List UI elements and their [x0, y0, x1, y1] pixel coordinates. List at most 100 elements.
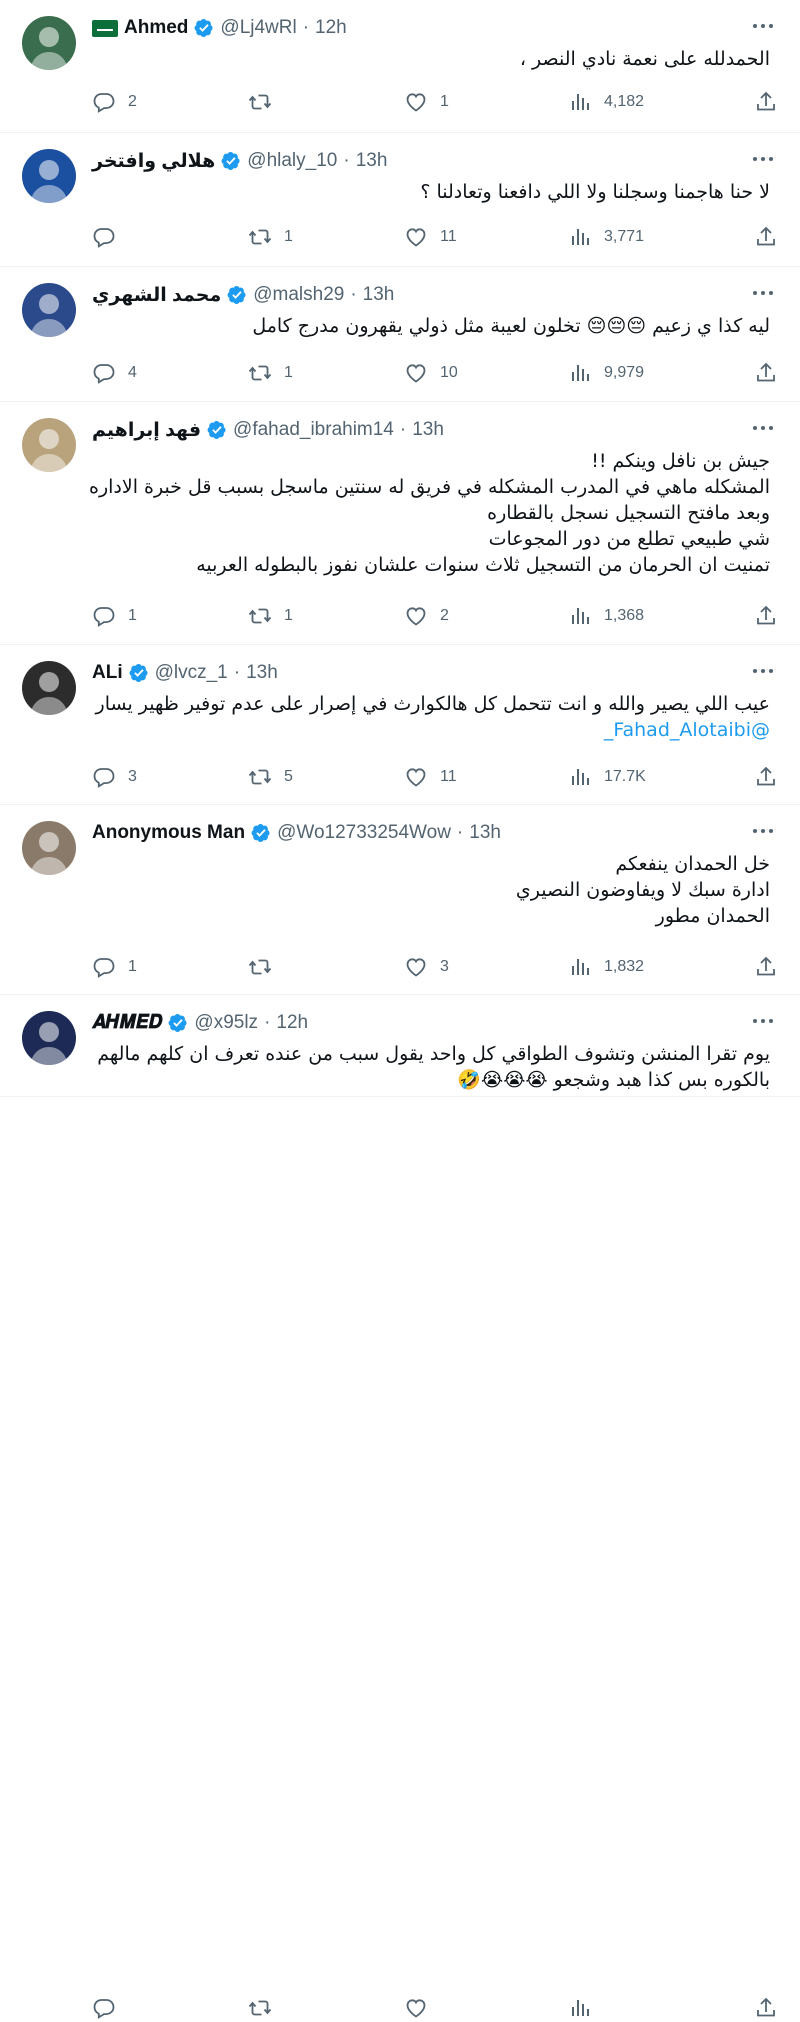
tweet-text-line: شي طبيعي تطلع من دور المجوعات — [488, 528, 770, 550]
retweet-button[interactable]: 1 — [248, 225, 293, 249]
avatar[interactable] — [22, 149, 76, 203]
share-button[interactable] — [754, 361, 778, 385]
more-icon[interactable] — [750, 16, 776, 36]
display-name[interactable]: 𝑨𝑯𝑴𝑬𝑫 — [92, 1012, 162, 1034]
user-handle[interactable]: @lvcz_1 — [155, 662, 228, 684]
views-button[interactable]: 4,182 — [568, 90, 644, 114]
verified-badge-icon — [207, 420, 227, 440]
heart-icon — [404, 955, 428, 979]
views-button[interactable] — [568, 1996, 604, 2020]
tweet-header: Anonymous Man @Wo12733254Wow · 13h — [92, 819, 740, 847]
tweet-header: Ahmed @Lj4wRl · 12h — [92, 14, 740, 42]
tweet-body: خل الحمدان ينفعكم ادارة سبك لا ويفاوضون ا… — [92, 851, 770, 929]
more-icon[interactable] — [750, 149, 776, 169]
more-icon[interactable] — [750, 283, 776, 303]
timestamp[interactable]: 12h — [276, 1012, 308, 1034]
more-icon[interactable] — [750, 1011, 776, 1031]
tweet[interactable]: Ahmed @Lj4wRl · 12h الحمدلله على نعمة نادي ا… — [0, 0, 800, 133]
verified-badge-icon — [251, 823, 271, 843]
retweet-button[interactable]: 1 — [248, 361, 293, 385]
view-count: 1,832 — [604, 958, 645, 975]
reply-button[interactable] — [92, 1996, 128, 2020]
share-button[interactable] — [754, 225, 778, 249]
like-button[interactable]: 2 — [404, 604, 449, 628]
avatar-person-icon — [30, 27, 68, 70]
timestamp[interactable]: 13h — [469, 822, 501, 844]
heart-icon — [404, 1996, 428, 2020]
tweet[interactable]: فهد إبراهيم @fahad_ibrahim14 · 13h جيش بن نا… — [0, 402, 800, 645]
display-name[interactable]: فهد إبراهيم — [92, 419, 201, 442]
share-button[interactable] — [754, 604, 778, 628]
timestamp[interactable]: 13h — [356, 150, 388, 172]
avatar[interactable] — [22, 821, 76, 875]
timestamp[interactable]: 13h — [363, 284, 395, 306]
like-button[interactable]: 3 — [404, 955, 449, 979]
user-handle[interactable]: @fahad_ibrahim14 — [233, 419, 394, 441]
tweet[interactable]: 𝑨𝑯𝑴𝑬𝑫 @x95lz · 12h يوم تقرا المنشن وتشوف الط… — [0, 995, 800, 1097]
share-button[interactable] — [754, 90, 778, 114]
timestamp[interactable]: 12h — [315, 17, 347, 39]
share-button[interactable] — [754, 765, 778, 789]
reply-button[interactable] — [92, 225, 128, 249]
tweet-text-line: الحمدلله على نعمة نادي النصر ، — [519, 48, 770, 70]
reply-button[interactable]: 1 — [92, 955, 137, 979]
like-button[interactable]: 11 — [404, 765, 457, 789]
display-name[interactable]: محمد الشهري — [92, 284, 221, 307]
retweet-button[interactable] — [248, 955, 284, 979]
avatar[interactable] — [22, 661, 76, 715]
display-name[interactable]: ALi — [92, 662, 123, 684]
views-button[interactable]: 1,832 — [568, 955, 644, 979]
tweet[interactable]: محمد الشهري @malsh29 · 13h ليه كذا ي زعيم 😔😔… — [0, 267, 800, 402]
avatar[interactable] — [22, 418, 76, 472]
views-button[interactable]: 17.7K — [568, 765, 646, 789]
reply-icon — [92, 1996, 116, 2020]
share-icon — [754, 90, 778, 114]
reply-button[interactable]: 2 — [92, 90, 137, 114]
timestamp[interactable]: 13h — [412, 419, 444, 441]
user-handle[interactable]: @malsh29 — [253, 284, 344, 306]
reply-count: 1 — [128, 607, 137, 624]
retweet-button[interactable]: 5 — [248, 765, 293, 789]
like-button[interactable]: 10 — [404, 361, 458, 385]
user-handle[interactable]: @Wo12733254Wow — [277, 822, 451, 844]
user-handle[interactable]: @hlaly_10 — [247, 150, 337, 172]
retweet-button[interactable] — [248, 90, 284, 114]
reply-button[interactable]: 1 — [92, 604, 137, 628]
more-icon[interactable] — [750, 661, 776, 681]
tweet-body: الحمدلله على نعمة نادي النصر ، — [92, 46, 770, 72]
avatar[interactable] — [22, 16, 76, 70]
share-button[interactable] — [754, 1996, 778, 2020]
more-icon[interactable] — [750, 821, 776, 841]
retweet-button[interactable]: 1 — [248, 604, 293, 628]
views-button[interactable]: 1,368 — [568, 604, 644, 628]
reply-button[interactable]: 3 — [92, 765, 137, 789]
mention-link[interactable]: @Fahad_Alotaibi_ — [92, 717, 770, 743]
more-icon[interactable] — [750, 418, 776, 438]
user-handle[interactable]: @x95lz — [194, 1012, 258, 1034]
tweet[interactable]: هلالي وافتخر @hlaly_10 · 13h لا حنا هاجمنا و… — [0, 133, 800, 267]
tweet-text-line: ليه كذا ي زعيم 😔😔😔 تخلون لعيبة مثل ذولي … — [252, 315, 770, 337]
retweet-icon — [248, 225, 272, 249]
retweet-icon — [248, 765, 272, 789]
reply-count: 4 — [128, 364, 137, 381]
avatar[interactable] — [22, 283, 76, 337]
tweet-actions: 4 1 10 9,979 — [92, 359, 778, 387]
tweet[interactable]: ALi @lvcz_1 · 13h عيب اللي يصير والله و انت … — [0, 645, 800, 805]
views-button[interactable]: 9,979 — [568, 361, 644, 385]
retweet-button[interactable] — [248, 1996, 284, 2020]
retweet-icon — [248, 1996, 272, 2020]
display-name[interactable]: Anonymous Man — [92, 822, 245, 844]
avatar[interactable] — [22, 1011, 76, 1065]
like-button[interactable] — [404, 1996, 440, 2020]
user-handle[interactable]: @Lj4wRl — [220, 17, 296, 39]
timestamp[interactable]: 13h — [246, 662, 278, 684]
reply-button[interactable]: 4 — [92, 361, 137, 385]
retweet-count: 1 — [284, 364, 293, 381]
like-button[interactable]: 1 — [404, 90, 449, 114]
like-button[interactable]: 11 — [404, 225, 457, 249]
display-name[interactable]: Ahmed — [124, 17, 188, 39]
share-button[interactable] — [754, 955, 778, 979]
views-button[interactable]: 3,771 — [568, 225, 644, 249]
display-name[interactable]: هلالي وافتخر — [92, 150, 215, 173]
tweet[interactable]: Anonymous Man @Wo12733254Wow · 13h خل الحمدا… — [0, 805, 800, 995]
